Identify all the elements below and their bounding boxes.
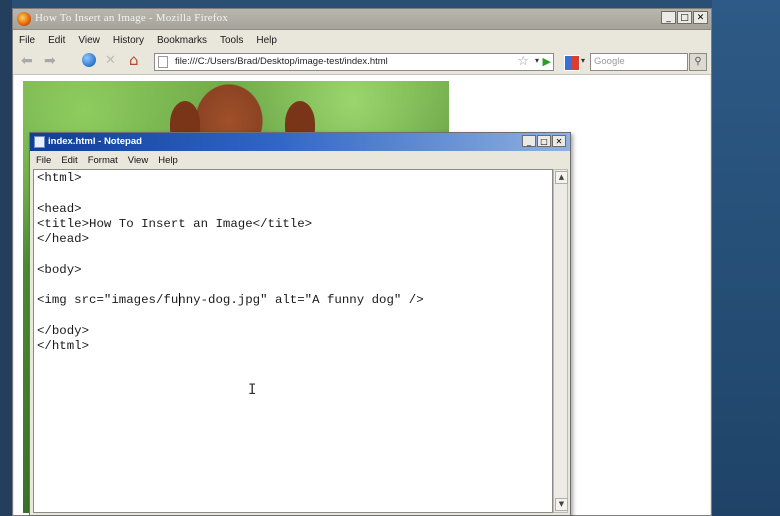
notepad-menubar: File Edit Format View Help <box>30 151 570 169</box>
google-search-engine-icon[interactable] <box>564 55 580 71</box>
menu-view[interactable]: View <box>78 35 100 46</box>
search-magnifier-icon[interactable]: ⚲ <box>689 53 707 71</box>
close-button[interactable]: ✕ <box>693 11 708 24</box>
bookmark-star-icon[interactable]: ☆ <box>517 54 529 69</box>
maximize-button[interactable]: □ <box>677 11 692 24</box>
notepad-menu-file[interactable]: File <box>36 155 51 166</box>
notepad-maximize-button[interactable]: □ <box>537 135 551 147</box>
notepad-menu-help[interactable]: Help <box>158 155 178 166</box>
code-line: ​ <box>37 278 424 293</box>
code-line: <body> <box>37 262 82 277</box>
stop-icon[interactable]: ✕ <box>105 53 116 68</box>
desktop-left-edge <box>0 0 12 516</box>
code-line: <title>How To Insert an Image</title> <box>37 216 313 231</box>
notepad-app-icon <box>34 136 45 148</box>
firefox-navigation-toolbar: ⬅ ➡ ✕ ⌂ file:///C:/Users/Brad/Desktop/im… <box>13 50 711 75</box>
home-icon[interactable]: ⌂ <box>129 51 139 69</box>
notepad-menu-view[interactable]: View <box>128 155 148 166</box>
notepad-menu-edit[interactable]: Edit <box>61 155 77 166</box>
reload-icon[interactable] <box>82 53 96 67</box>
code-line: <img src="images/funny-dog.jpg" alt="A f… <box>37 293 424 308</box>
menu-bookmarks[interactable]: Bookmarks <box>157 35 207 46</box>
code-line: <head> <box>37 201 82 216</box>
firefox-window-title: How To Insert an Image - Mozilla Firefox <box>35 12 229 24</box>
search-input[interactable]: Google <box>590 53 688 71</box>
menu-file[interactable]: File <box>19 35 35 46</box>
notepad-window-title: index.html - Notepad <box>48 136 142 147</box>
firefox-menubar: File Edit View History Bookmarks Tools H… <box>13 30 711 50</box>
notepad-text-area[interactable]: <html>​<head><title>How To Insert an Ima… <box>33 169 553 513</box>
code-text[interactable]: <html>​<head><title>How To Insert an Ima… <box>37 171 424 355</box>
history-dropdown-icon[interactable]: ▾ <box>535 56 539 65</box>
forward-arrow-icon[interactable]: ➡ <box>44 53 56 69</box>
address-url[interactable]: file:///C:/Users/Brad/Desktop/image-test… <box>175 56 388 67</box>
notepad-window: index.html - Notepad _ □ ✕ File Edit For… <box>29 132 571 516</box>
menu-history[interactable]: History <box>113 35 144 46</box>
notepad-menu-format[interactable]: Format <box>88 155 118 166</box>
scroll-up-arrow-icon[interactable]: ▲ <box>555 171 568 184</box>
desktop-background <box>712 0 780 516</box>
go-arrow-icon[interactable]: ▶ <box>543 55 551 68</box>
minimize-button[interactable]: _ <box>661 11 676 24</box>
notepad-window-controls: _ □ ✕ <box>522 135 566 147</box>
firefox-logo-icon <box>17 12 31 26</box>
firefox-titlebar[interactable]: How To Insert an Image - Mozilla Firefox… <box>13 9 711 30</box>
notepad-minimize-button[interactable]: _ <box>522 135 536 147</box>
scroll-down-arrow-icon[interactable]: ▼ <box>555 498 568 511</box>
page-icon <box>158 56 168 68</box>
mouse-ibeam-cursor-icon: I <box>248 382 257 398</box>
text-caret <box>179 293 180 306</box>
notepad-close-button[interactable]: ✕ <box>552 135 566 147</box>
menu-help[interactable]: Help <box>256 35 277 46</box>
back-arrow-icon[interactable]: ⬅ <box>21 53 33 69</box>
vertical-scrollbar[interactable]: ▲ ▼ <box>553 169 568 513</box>
firefox-window-controls: _ □ ✕ <box>661 11 708 24</box>
search-engine-dropdown-icon[interactable]: ▾ <box>581 56 585 65</box>
menu-tools[interactable]: Tools <box>220 35 243 46</box>
code-line: <html> <box>37 171 82 185</box>
code-line: </body> <box>37 323 90 338</box>
code-line: ​ <box>37 309 424 324</box>
code-line: ​ <box>37 247 424 262</box>
code-line: </html> <box>37 339 90 354</box>
menu-edit[interactable]: Edit <box>48 35 65 46</box>
notepad-titlebar[interactable]: index.html - Notepad _ □ ✕ <box>30 133 570 151</box>
address-bar[interactable]: file:///C:/Users/Brad/Desktop/image-test… <box>154 53 554 71</box>
code-line: </head> <box>37 232 90 247</box>
code-line: ​ <box>37 186 424 201</box>
